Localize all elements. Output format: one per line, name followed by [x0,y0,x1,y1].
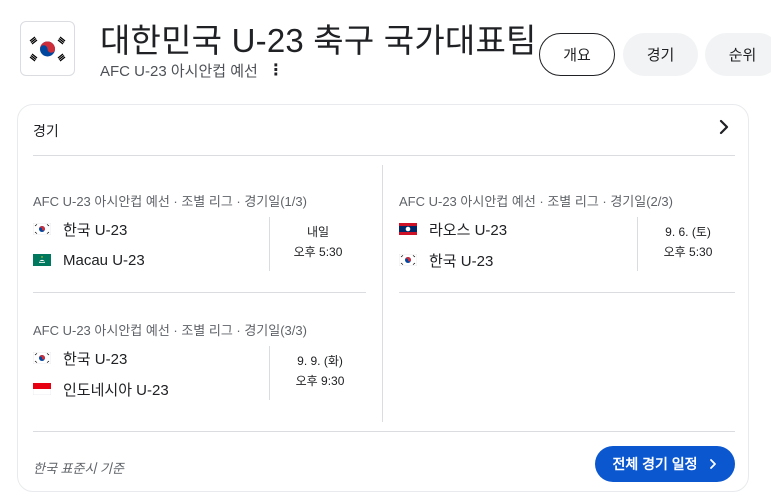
match-time: 오후 9:30 [295,374,345,388]
divider [269,217,270,271]
divider [33,155,735,156]
match-date: 내일 [306,225,330,239]
laos-flag-icon [399,220,417,238]
chevron-right-icon [709,459,716,469]
match-datetime: 9. 6. (토) 오후 5:30 [651,222,725,262]
match-item[interactable]: AFC U-23 아시안컵 예선 · 조별 리그 · 경기일(3/3) 한국 U… [33,320,366,400]
full-schedule-button[interactable]: 전체 경기 일정 [595,446,735,482]
korea-flag-icon [33,349,51,367]
away-team-name: Macau U-23 [63,251,145,269]
divider [382,165,383,422]
match-date: 9. 9. (화) [297,354,343,368]
tab-matches[interactable]: 경기 [623,33,698,76]
match-time: 오후 5:30 [663,245,713,259]
match-item[interactable]: AFC U-23 아시안컵 예선 · 조별 리그 · 경기일(2/3) 라오스 … [399,191,735,271]
away-team-name: 한국 U-23 [429,252,494,270]
page-title: 대한민국 U-23 축구 국가대표팀 [100,22,537,59]
indonesia-flag-icon [33,380,51,398]
match-date: 9. 6. (토) [665,225,711,239]
chevron-right-icon[interactable] [714,117,734,137]
more-options-icon[interactable]: ⋮ [268,62,284,79]
korea-flag-icon [33,220,51,238]
home-team-name: 한국 U-23 [63,350,128,368]
matches-card: 경기 AFC U-23 아시안컵 예선 · 조별 리그 · 경기일(1/3) 한… [17,104,749,492]
tab-overview[interactable]: 개요 [539,33,615,76]
full-schedule-label: 전체 경기 일정 [612,456,698,472]
match-stage-label: AFC U-23 아시안컵 예선 · 조별 리그 · 경기일(1/3) [33,194,307,209]
home-team-name: 라오스 U-23 [429,221,508,239]
macau-flag-icon [33,251,51,269]
timezone-note: 한국 표준시 기준 [33,461,124,476]
korea-flag-icon [399,251,417,269]
match-time: 오후 5:30 [293,245,343,259]
korea-flag-icon [25,33,70,64]
match-datetime: 9. 9. (화) 오후 9:30 [283,351,357,391]
team-crest [20,21,75,76]
match-stage-label: AFC U-23 아시안컵 예선 · 조별 리그 · 경기일(3/3) [33,323,307,338]
card-heading[interactable]: 경기 [33,121,59,141]
divider [33,292,366,293]
match-item[interactable]: AFC U-23 아시안컵 예선 · 조별 리그 · 경기일(1/3) 한국 U… [33,191,366,271]
competition-subtitle: AFC U-23 아시안컵 예선 [100,63,258,80]
home-team-name: 한국 U-23 [63,221,128,239]
divider [399,292,735,293]
divider [269,346,270,400]
match-datetime: 내일 오후 5:30 [283,222,353,262]
away-team-name: 인도네시아 U-23 [63,381,169,399]
divider [33,431,735,432]
tab-standings[interactable]: 순위 [705,33,771,76]
match-stage-label: AFC U-23 아시안컵 예선 · 조별 리그 · 경기일(2/3) [399,194,673,209]
subtitle-row: AFC U-23 아시안컵 예선 ⋮ [100,60,284,81]
divider [637,217,638,271]
